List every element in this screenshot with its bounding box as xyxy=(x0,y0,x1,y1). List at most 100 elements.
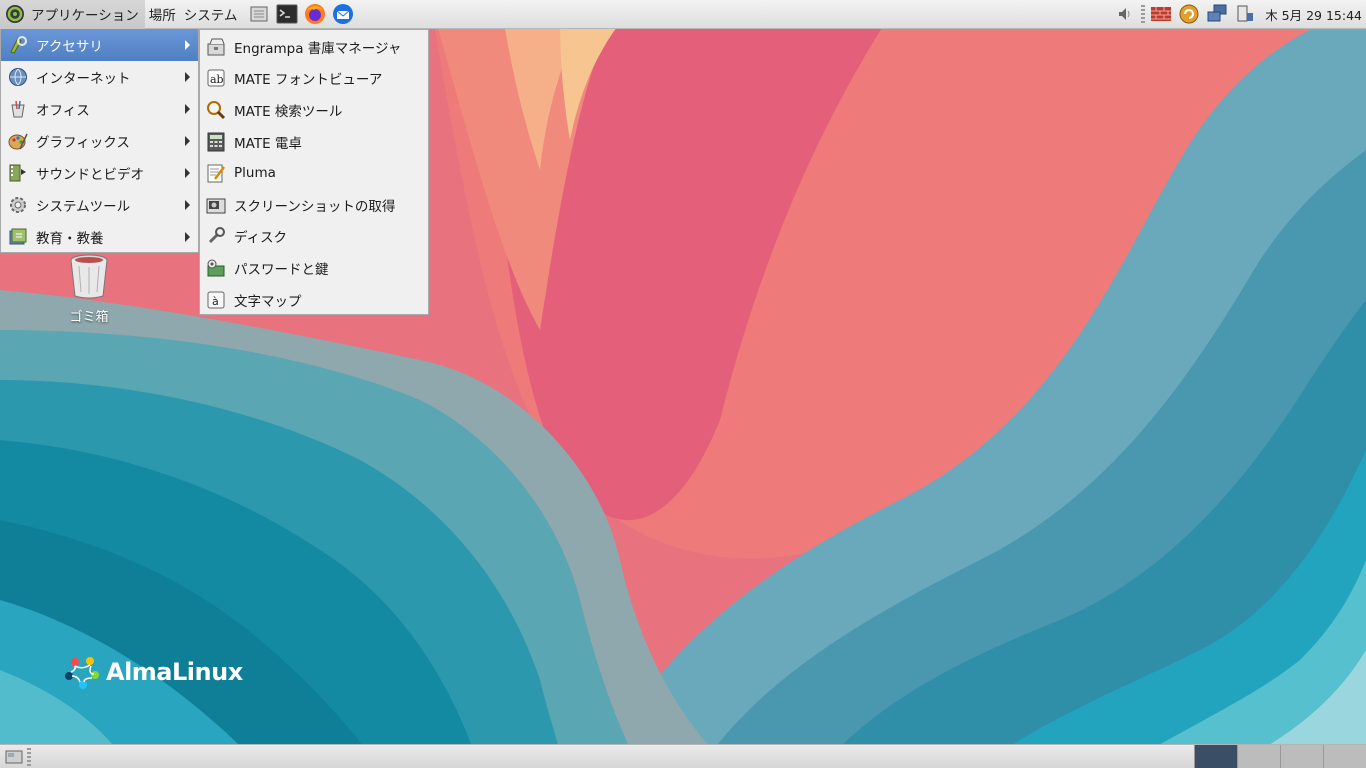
menu-item-label: グラフィックス xyxy=(36,135,130,151)
thunderbird-icon xyxy=(333,4,354,24)
workspace-1[interactable] xyxy=(1194,744,1237,768)
trash-icon xyxy=(70,254,108,299)
text-editor-icon xyxy=(205,162,227,184)
menu-item-disks[interactable]: ディスク xyxy=(200,221,428,253)
tray-separator xyxy=(1141,5,1146,23)
system-menu-label: システム xyxy=(183,8,238,24)
menu-item-label: スクリーンショットの取得 xyxy=(234,198,396,215)
internet-icon xyxy=(7,66,29,88)
menu-item-font-viewer[interactable]: ab MATE フォントビューア xyxy=(200,63,428,95)
submenu-arrow-icon xyxy=(185,40,190,50)
show-desktop-icon xyxy=(250,6,268,22)
clock[interactable]: 木 5月 29 15:44 xyxy=(1259,5,1366,24)
system-tools-icon xyxy=(7,194,29,216)
menu-item-sound-video[interactable]: サウンドとビデオ xyxy=(1,157,198,189)
volume-button[interactable] xyxy=(1114,3,1136,25)
menu-item-education[interactable]: 教育・教養 xyxy=(1,221,198,253)
search-tool-icon xyxy=(205,99,227,121)
menu-item-graphics[interactable]: グラフィックス xyxy=(1,125,198,157)
places-menu-label: 場所 xyxy=(148,8,176,24)
submenu-arrow-icon xyxy=(185,136,190,146)
font-viewer-icon: ab xyxy=(205,67,227,89)
system-tray: 木 5月 29 15:44 xyxy=(1111,0,1366,29)
menu-item-label: インターネット xyxy=(36,71,131,87)
menu-item-passwords-keys[interactable]: パスワードと鍵 xyxy=(200,252,428,284)
graphics-icon xyxy=(7,130,29,152)
removable-media-button[interactable] xyxy=(1234,3,1256,25)
sound-video-icon xyxy=(7,162,29,184)
desktop-icon xyxy=(5,750,23,763)
submenu-arrow-icon xyxy=(185,168,190,178)
menu-item-calculator[interactable]: MATE 電卓 xyxy=(200,126,428,158)
screenshot-icon xyxy=(205,194,227,216)
top-panel: アプリケーション 場所 システム 木 5月 29 15:44 xyxy=(0,0,1366,29)
bottom-panel xyxy=(0,744,1366,768)
menu-item-label: 教育・教養 xyxy=(36,231,104,247)
network-icon xyxy=(1207,4,1227,22)
removable-media-icon xyxy=(1237,5,1254,22)
menu-item-label: サウンドとビデオ xyxy=(36,167,144,183)
applications-dropdown: アクセサリ インターネット オフィス グラフィックス サウンドとビデオ システム… xyxy=(0,29,199,253)
workspace-4[interactable] xyxy=(1323,744,1366,768)
terminal-icon xyxy=(276,4,298,24)
office-icon xyxy=(7,98,29,120)
menu-item-character-map[interactable]: à 文字マップ xyxy=(200,284,428,316)
applications-menu[interactable]: アプリケーション xyxy=(0,0,145,29)
update-icon xyxy=(1179,4,1199,24)
show-desktop-button[interactable] xyxy=(247,2,271,26)
terminal-launcher[interactable] xyxy=(275,2,299,26)
accessories-icon xyxy=(7,34,29,56)
svg-text:à: à xyxy=(212,295,219,308)
workspace-2[interactable] xyxy=(1237,744,1280,768)
menu-item-label: ディスク xyxy=(234,230,288,247)
menu-item-internet[interactable]: インターネット xyxy=(1,61,198,93)
submenu-arrow-icon xyxy=(185,232,190,242)
thunderbird-launcher[interactable] xyxy=(331,2,355,26)
almalinux-logo: AlmaLinux xyxy=(64,654,243,690)
firewall-icon xyxy=(1151,7,1172,21)
mate-logo-icon xyxy=(4,3,26,25)
menu-item-office[interactable]: オフィス xyxy=(1,93,198,125)
menu-item-screenshot[interactable]: スクリーンショットの取得 xyxy=(200,189,428,221)
firewall-button[interactable] xyxy=(1150,3,1172,25)
network-button[interactable] xyxy=(1206,3,1228,25)
workspace-switcher xyxy=(1194,744,1366,768)
bottom-panel-separator xyxy=(27,747,31,766)
trash-label: ゴミ箱 xyxy=(69,310,109,325)
menu-item-label: Engrampa 書庫マネージャ xyxy=(234,40,402,57)
archive-manager-icon xyxy=(205,36,227,58)
menu-item-label: Pluma xyxy=(234,165,276,182)
almalinux-logo-text: AlmaLinux xyxy=(106,658,243,686)
education-icon xyxy=(7,226,29,248)
menu-item-label: 文字マップ xyxy=(234,293,302,310)
update-button[interactable] xyxy=(1178,3,1200,25)
firefox-icon xyxy=(305,4,326,24)
character-map-icon: à xyxy=(205,289,227,311)
menu-item-search-tool[interactable]: MATE 検索ツール xyxy=(200,94,428,126)
menu-item-accessories[interactable]: アクセサリ xyxy=(1,29,198,61)
menu-item-label: MATE フォントビューア xyxy=(234,72,383,89)
firefox-launcher[interactable] xyxy=(303,2,327,26)
menu-item-label: MATE 検索ツール xyxy=(234,103,343,120)
workspace-3[interactable] xyxy=(1280,744,1323,768)
system-menu[interactable]: システム xyxy=(180,0,242,29)
menu-item-label: アクセサリ xyxy=(36,39,103,55)
applications-menu-label: アプリケーション xyxy=(31,8,139,24)
svg-text:ab: ab xyxy=(210,73,224,86)
disks-icon xyxy=(205,225,227,247)
trash-desktop-icon[interactable]: ゴミ箱 xyxy=(60,252,118,325)
almalinux-logo-icon xyxy=(65,657,99,689)
calculator-icon xyxy=(205,131,227,153)
menu-item-label: パスワードと鍵 xyxy=(234,261,329,278)
show-desktop-bottom-button[interactable] xyxy=(3,747,25,767)
menu-item-label: システムツール xyxy=(36,199,131,215)
submenu-arrow-icon xyxy=(185,104,190,114)
passwords-keys-icon xyxy=(205,257,227,279)
menu-item-pluma[interactable]: Pluma xyxy=(200,157,428,189)
menu-item-label: オフィス xyxy=(36,103,90,119)
menu-item-system-tools[interactable]: システムツール xyxy=(1,189,198,221)
places-menu[interactable]: 場所 xyxy=(145,0,180,29)
menu-item-engrampa[interactable]: Engrampa 書庫マネージャ xyxy=(200,31,428,63)
menu-item-label: MATE 電卓 xyxy=(234,135,302,152)
submenu-arrow-icon xyxy=(185,200,190,210)
